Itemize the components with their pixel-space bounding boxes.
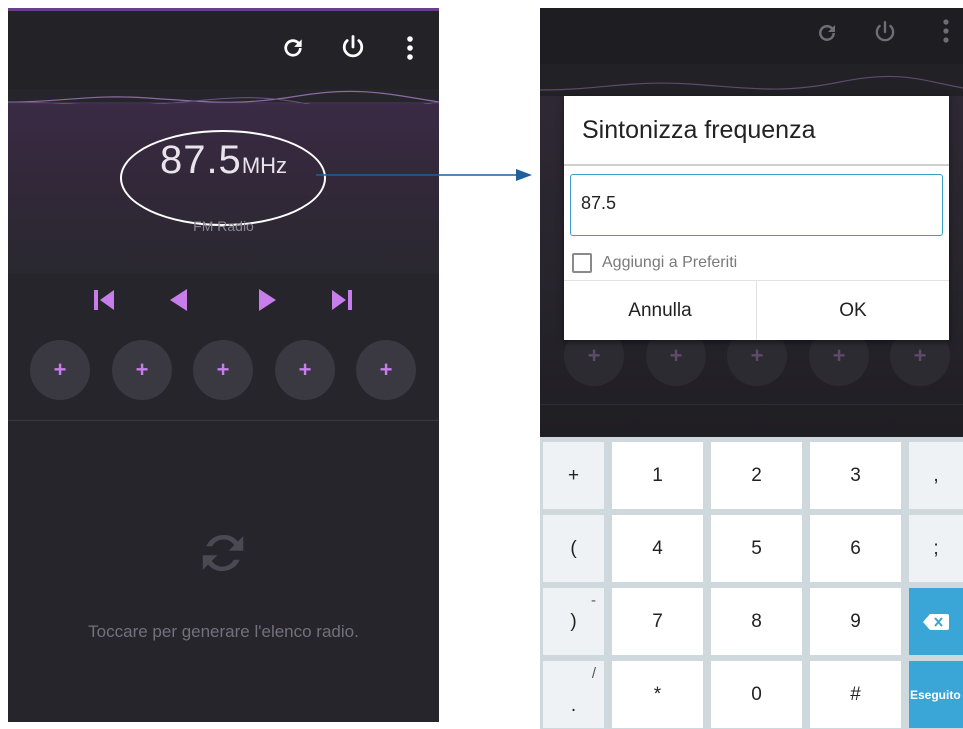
fm-radio-screen: 87.5MHz FM Radio + + + + + Toccare per g…: [8, 8, 439, 722]
dialog-buttons: Annulla OK: [564, 280, 949, 340]
dialog-title-divider: [564, 164, 949, 166]
waveform-decoration: [540, 75, 963, 91]
key-8[interactable]: 8: [711, 588, 802, 655]
stage: 87.5MHz FM Radio + + + + + Toccare per g…: [0, 0, 963, 729]
key-6[interactable]: 6: [810, 515, 901, 582]
scan-refresh-icon[interactable]: [196, 526, 250, 580]
scan-hint-text[interactable]: Toccare per generare l'elenco radio.: [8, 622, 439, 642]
key-semicolon[interactable]: ;: [909, 515, 963, 582]
add-favorites-row[interactable]: Aggiungi a Preferiti: [572, 252, 737, 274]
backspace-icon: [923, 613, 949, 630]
seek-up-button[interactable]: [251, 284, 283, 316]
power-icon[interactable]: [337, 31, 369, 63]
preset-slot-5[interactable]: +: [356, 340, 416, 400]
refresh-icon[interactable]: [278, 33, 308, 63]
key-period[interactable]: . /: [543, 661, 604, 728]
preset-row: + + + + +: [30, 340, 420, 400]
skip-previous-icon: [94, 290, 114, 310]
callout-arrow: [316, 169, 532, 181]
arrow-right-icon: [259, 289, 276, 311]
tune-frequency-dialog: Sintonizza frequenza 87.5 Aggiungi a Pre…: [564, 96, 949, 340]
key-open-paren[interactable]: (: [543, 515, 604, 582]
frequency-input[interactable]: 87.5: [570, 174, 943, 236]
key-hash[interactable]: #: [810, 661, 901, 728]
key-close-paren[interactable]: ) -: [543, 588, 604, 655]
refresh-icon: [812, 18, 842, 48]
tuning-controls: [8, 284, 439, 316]
preset-slot-1[interactable]: +: [30, 340, 90, 400]
cancel-button[interactable]: Annulla: [564, 281, 756, 340]
tune-frequency-screen: + + + + + Sintonizza frequenza 87.5 Aggi…: [540, 8, 963, 729]
skip-next-icon: [332, 290, 352, 310]
key-0[interactable]: 0: [711, 661, 802, 728]
key-1[interactable]: 1: [612, 442, 703, 509]
ok-button[interactable]: OK: [756, 281, 949, 340]
key-9[interactable]: 9: [810, 588, 901, 655]
key-5[interactable]: 5: [711, 515, 802, 582]
key-period-label: .: [570, 694, 577, 716]
band-label: FM Radio: [193, 218, 254, 234]
key-7[interactable]: 7: [612, 588, 703, 655]
key-close-paren-label: ): [570, 610, 577, 632]
divider: [540, 404, 963, 405]
highlight-ellipse: [120, 130, 326, 226]
backspace-key[interactable]: [909, 588, 963, 655]
power-icon: [869, 16, 901, 48]
key-plus[interactable]: +: [543, 442, 604, 509]
seek-down-button[interactable]: [163, 284, 195, 316]
key-3[interactable]: 3: [810, 442, 901, 509]
key-4[interactable]: 4: [612, 515, 703, 582]
arrow-left-icon: [170, 289, 187, 311]
overflow-menu-icon[interactable]: [402, 33, 418, 63]
app-bar: [8, 11, 439, 89]
preset-slot-3[interactable]: +: [193, 340, 253, 400]
add-favorites-label[interactable]: Aggiungi a Preferiti: [602, 254, 737, 272]
key-2[interactable]: 2: [711, 442, 802, 509]
add-favorites-checkbox[interactable]: [572, 253, 592, 273]
done-key[interactable]: Eseguito: [909, 661, 963, 728]
key-slash-secondary: /: [591, 665, 596, 682]
overflow-menu-icon: [938, 16, 954, 46]
next-station-button[interactable]: [326, 284, 358, 316]
preset-slot-4[interactable]: +: [275, 340, 335, 400]
app-bar-dimmed: [540, 8, 963, 64]
numeric-keyboard: + 1 2 3 , ( 4 5 6 ; ) - 7 8 9 . / * 0 # …: [540, 437, 963, 729]
key-asterisk[interactable]: *: [612, 661, 703, 728]
divider: [8, 420, 439, 421]
key-minus-secondary: -: [591, 592, 596, 609]
dialog-title: Sintonizza frequenza: [582, 116, 816, 144]
key-comma[interactable]: ,: [909, 442, 963, 509]
preset-slot-2[interactable]: +: [112, 340, 172, 400]
previous-station-button[interactable]: [88, 284, 120, 316]
